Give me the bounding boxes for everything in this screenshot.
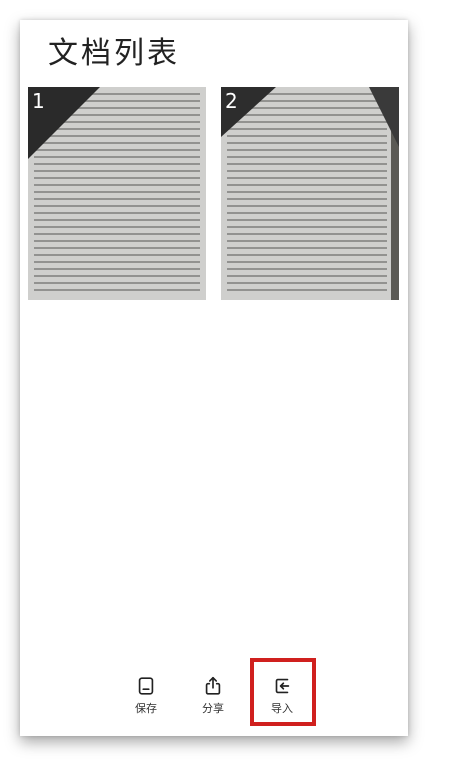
document-thumbnail-1[interactable]: 1 bbox=[28, 87, 206, 300]
share-label: 分享 bbox=[202, 702, 224, 715]
page-corner-shadow bbox=[369, 87, 399, 147]
screenshot-stage: 文档列表 1 2 保存 分享 导入 bbox=[0, 0, 449, 777]
app-screen: 文档列表 1 2 保存 分享 导入 bbox=[20, 20, 408, 736]
save-button[interactable]: 保存 bbox=[126, 675, 166, 716]
bottom-toolbar: 保存 分享 导入 bbox=[20, 675, 408, 725]
save-label: 保存 bbox=[135, 702, 157, 715]
page-title: 文档列表 bbox=[48, 36, 180, 71]
document-number: 1 bbox=[32, 89, 45, 113]
document-thumbnail-2[interactable]: 2 bbox=[221, 87, 399, 300]
import-highlight-box bbox=[250, 658, 316, 726]
save-icon bbox=[138, 677, 154, 695]
share-icon bbox=[205, 676, 221, 695]
share-button[interactable]: 分享 bbox=[193, 675, 233, 716]
document-number: 2 bbox=[225, 89, 238, 113]
